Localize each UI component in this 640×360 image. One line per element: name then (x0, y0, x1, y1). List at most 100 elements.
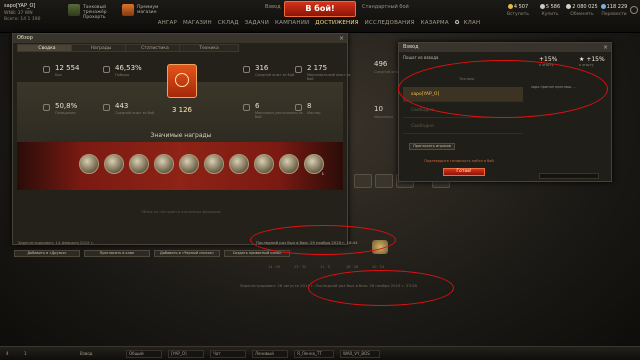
medal-icon[interactable] (204, 154, 224, 174)
invite-clan-button[interactable]: Пригласить в клан (84, 250, 150, 257)
player-rating: WN8: 37 WN (4, 11, 33, 16)
taskbar-chat-lazy[interactable]: Ленивый (252, 350, 288, 358)
bg-medal (375, 174, 393, 188)
medal-icon[interactable] (279, 154, 299, 174)
shop-icon (122, 4, 134, 16)
awards-note: Облик не настроен в плаченных фракциях (141, 210, 221, 214)
medal-icon[interactable] (79, 154, 99, 174)
xp-icon (103, 104, 110, 111)
platoon-credit-bonus: ★ +15% к опыту (579, 56, 605, 67)
menu-missions[interactable]: ЗАДАЧИ (243, 20, 271, 26)
bg-medal (354, 174, 372, 188)
stat-victories: 46,53% Победы (103, 64, 163, 86)
battle-button[interactable]: В бой! (284, 1, 356, 17)
stat-avg-xp: 443 Средний опыт за бой (103, 102, 163, 124)
profile-title: Обзор × (13, 34, 347, 43)
menu-barracks[interactable]: КАЗАРМА (419, 20, 451, 26)
carousel-number: 10 · 24 (372, 265, 385, 269)
training-button[interactable]: Танковый тренажёр Прохорть (68, 4, 110, 20)
menu-achievements[interactable]: ДОСТИЖЕНИЯ (313, 20, 360, 26)
main-menu: АНГАР МАГАЗИН СКЛАД ЗАДАЧИ КАМПАНИИ ДОСТ… (0, 20, 640, 26)
battles-icon (43, 66, 50, 73)
taskbar-contacts[interactable]: 1 (22, 350, 27, 358)
tab-awards[interactable]: Награды (71, 44, 131, 52)
menu-research[interactable]: ИССЛЕДОВАНИЯ (363, 20, 417, 26)
free-xp-resource[interactable]: 118 229 Перевести (598, 4, 630, 17)
annotation-ring (308, 270, 454, 306)
bg-stat-value: 10 (374, 105, 383, 113)
carousel-number: 18 · 28 (346, 265, 359, 269)
tab-vehicles[interactable]: Техника (179, 44, 239, 52)
star-icon: ★ (579, 56, 585, 63)
xp-icon (243, 66, 250, 73)
stat-max-kills: 6 Максимум уничтожено за бой (243, 102, 303, 124)
bg-stat-label: Средний опыт (374, 70, 401, 74)
training-label: Танковый тренажёр Прохорть (83, 5, 107, 20)
platoon-button[interactable]: Взвод (265, 4, 281, 10)
credits-icon (566, 4, 572, 9)
add-friend-button[interactable]: Добавить в «Друзья» (14, 250, 80, 257)
awards-title: Значимые награды (150, 132, 212, 139)
personal-rating: 3 126 (171, 106, 193, 114)
medal-icon[interactable]: 1 (304, 154, 324, 176)
bg-stat-label: Максимум (374, 115, 393, 119)
bg-stat-value: 496 (374, 60, 388, 68)
medal-icon[interactable] (254, 154, 274, 174)
tab-statistics[interactable]: Статистика (125, 44, 185, 52)
stat-master: 8 Мастер (295, 102, 355, 124)
bonds-resource[interactable]: 5 586 Купить (534, 4, 566, 17)
bonds-icon (539, 4, 545, 9)
taskbar-common-chat[interactable]: Общий (126, 350, 162, 358)
rating-emblem-icon (167, 64, 197, 98)
battle-mode-select[interactable]: Стандартный бой (362, 4, 409, 10)
taskbar-chat-user[interactable]: Я_Ленна_ТТ (294, 350, 334, 358)
stat-avg-xp-right: 316 Средний опыт за бой (243, 64, 303, 86)
settings-icon[interactable] (630, 6, 638, 14)
medal-icon[interactable] (129, 154, 149, 174)
menu-shop[interactable]: МАГАЗИН (181, 20, 214, 26)
stat-battles: 12 554 Бои (43, 64, 103, 86)
blacklist-button[interactable]: Добавить в «Черный список» (154, 250, 220, 257)
carousel-number: 14 · 29 (268, 265, 281, 269)
medal-icon[interactable] (179, 154, 199, 174)
close-icon[interactable]: × (339, 34, 344, 43)
platoon-title: Взвод × (399, 43, 611, 52)
free-xp-icon (600, 4, 606, 9)
medal-icon[interactable] (104, 154, 124, 174)
chat-input[interactable] (539, 173, 599, 179)
medal-icon[interactable] (154, 154, 174, 174)
taskbar-chat[interactable]: Чат (210, 350, 246, 358)
premium-shop-button[interactable]: Премиум магазин (122, 4, 164, 18)
carousel-number: 11 · 0 (320, 265, 331, 269)
annotation-ring (250, 225, 396, 255)
close-icon[interactable]: × (603, 43, 608, 52)
credits-resource[interactable]: 2 080 025 Обменять (566, 4, 598, 17)
taskbar: 4 1 Взвод Общий [YAP_O] Чат Ленивый Я_Ле… (0, 346, 640, 360)
taskbar-chat-user-2[interactable]: WAR_VY_BOS (340, 350, 380, 358)
hits-icon (43, 104, 50, 111)
ready-prompt: Подтвердите готовность найти в бой (424, 159, 494, 163)
victories-icon (103, 66, 110, 73)
menu-campaigns[interactable]: КАМПАНИИ (273, 20, 311, 26)
carousel-number: 23 · 32 (294, 265, 307, 269)
training-icon (68, 4, 80, 16)
tab-summary[interactable]: Сводка (17, 44, 77, 52)
menu-hangar[interactable]: АНГАР (156, 20, 179, 26)
gold-resource[interactable]: 4 507 Вступить (502, 4, 534, 17)
invite-players-button[interactable]: Пригласить игроков (409, 143, 455, 150)
medal-icon[interactable] (229, 154, 249, 174)
kills-icon (243, 104, 250, 111)
menu-depot[interactable]: СКЛАД (216, 20, 241, 26)
registration-date: Зарегистрирован: 14 февраля 2015 г. (18, 240, 94, 245)
max-xp-icon (295, 66, 302, 73)
taskbar-notifications[interactable]: 4 (4, 350, 9, 358)
gold-icon (507, 4, 513, 9)
menu-clan[interactable]: ✪ КЛАН (453, 20, 485, 26)
taskbar-clan-chat[interactable]: [YAP_O] (168, 350, 204, 358)
ready-button[interactable]: Готов! (443, 168, 485, 176)
platoon-slot-empty[interactable]: Свободно (403, 119, 523, 134)
taskbar-platoon[interactable]: Взвод (78, 350, 92, 358)
player-name: sapo[YAP_O] (4, 3, 36, 9)
stat-max-xp: 2 175 Максимальный опыт за бой (295, 64, 355, 86)
profile-window: Обзор × Сводка Награды Статистика Техник… (12, 33, 350, 245)
